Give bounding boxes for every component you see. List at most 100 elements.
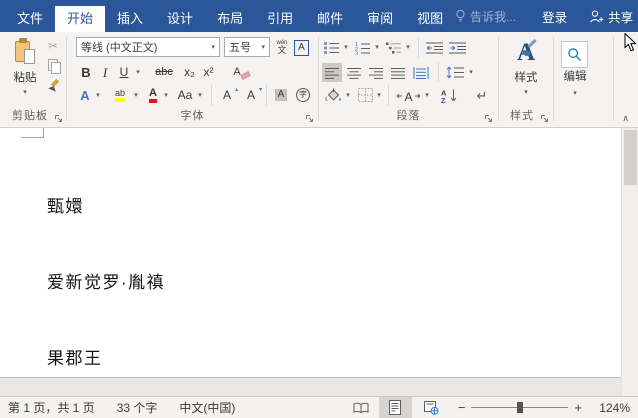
character-shading-button[interactable]: A [272,85,290,105]
enclose-characters-button[interactable]: 字 [294,85,312,105]
clear-formatting-button[interactable]: A [225,63,251,81]
multilevel-list-icon [386,42,401,54]
styles-button[interactable]: A 样式 ▾ [506,38,546,96]
bullets-caret[interactable]: ▾ [341,40,351,55]
sort-button[interactable]: AZ [439,85,461,105]
svg-text:A: A [405,90,413,103]
bold-button[interactable]: B [78,63,94,81]
change-case-caret[interactable]: ▾ [195,85,205,105]
grow-font-button[interactable]: A ▴ [218,85,238,105]
find-button[interactable] [561,41,588,68]
sort-icon: AZ [441,88,457,103]
tab-design[interactable]: 设计 [155,6,205,32]
zoom-in-button[interactable]: + [574,400,582,415]
character-scaling-caret[interactable]: ▾ [422,85,432,105]
borders-caret[interactable]: ▾ [374,85,384,105]
copy-icon [48,58,61,74]
line-spacing-button[interactable] [444,63,466,82]
increase-indent-button[interactable] [447,40,467,55]
text-effects-button[interactable]: A [77,85,93,105]
paste-button[interactable]: 粘贴 ▾ [8,36,42,106]
highlight-caret[interactable]: ▾ [131,85,141,105]
shading-bucket-icon [324,88,341,101]
copy-button[interactable] [46,58,62,74]
decrease-indent-button[interactable] [424,40,444,55]
tell-me-box[interactable]: 告诉我... [455,8,516,25]
multilevel-list-button[interactable] [385,40,403,55]
tab-layout[interactable]: 布局 [205,6,255,32]
mouse-cursor [624,33,637,53]
text-effects-caret[interactable]: ▾ [93,85,103,105]
justify-button[interactable] [388,63,408,82]
language-indicator[interactable]: 中文(中国) [179,399,235,416]
zoom-slider[interactable] [471,402,569,413]
dropdown-caret: ▾ [377,91,381,99]
numbering-caret[interactable]: ▾ [372,40,382,55]
web-layout-button[interactable] [420,397,444,418]
tab-insert[interactable]: 插入 [105,6,155,32]
font-color-caret[interactable]: ▾ [161,85,171,105]
zoom-slider-thumb[interactable] [517,402,524,413]
dropdown-caret: ▾ [136,68,140,76]
tab-home[interactable]: 开始 [55,6,106,32]
sign-in-button[interactable]: 登录 [542,7,567,26]
borders-button[interactable] [356,85,374,105]
collapse-ribbon-button[interactable]: ∧ [622,114,629,123]
highlight-color-icon: ab [114,88,125,102]
mini-separator [388,84,389,106]
cut-button[interactable]: ✂ [45,39,61,53]
align-right-button[interactable] [366,63,386,82]
shading-caret[interactable]: ▾ [343,85,353,105]
editing-caret[interactable]: ▾ [555,88,595,98]
distribute-button[interactable] [410,63,432,82]
tab-references[interactable]: 引用 [255,6,305,32]
superscript-button[interactable]: x² [200,63,217,81]
character-border-button[interactable]: A [293,38,310,57]
magnifier-icon [568,48,581,61]
numbering-button[interactable]: 123 [354,40,372,55]
bullets-button[interactable] [323,40,341,55]
editing-button[interactable]: 编辑 [555,71,595,85]
paragraph-group: ▾ 123 ▾ ▾ ▾ ▾ ▾ A ▾ A Z ↵ 段落 [320,32,497,127]
font-color-button[interactable]: A [145,85,161,105]
clipboard-dialog-launcher[interactable] [54,114,63,123]
change-case-button[interactable]: Aa [175,85,195,105]
italic-button[interactable]: I [99,63,111,81]
vertical-scrollbar[interactable] [621,128,638,396]
styles-dialog-launcher[interactable] [540,114,549,123]
bullets-icon [324,42,339,54]
show-hide-marks-button[interactable]: ↵ [472,85,492,105]
text-effects-icon: A [80,87,90,103]
document-page[interactable]: 甄嬛 爱新觉罗·胤禛 果郡王 温实初 乌拉那拉·宜修 皇太后 年世兰 沈眉庄 浣… [0,128,621,378]
align-left-button[interactable] [322,63,342,82]
line-spacing-caret[interactable]: ▾ [466,63,476,82]
align-center-button[interactable] [344,63,364,82]
share-button[interactable]: 共享 [589,7,633,26]
zoom-out-button[interactable]: − [458,400,466,415]
highlight-color-button[interactable]: ab [109,85,131,105]
zoom-level[interactable]: 124% [590,401,630,415]
shrink-font-button[interactable]: A ▾ [242,85,262,105]
character-scaling-button[interactable]: A [395,85,422,105]
strikethrough-button[interactable]: abc [151,63,177,81]
phonetic-guide-button[interactable]: wén 文 [273,38,291,57]
multilevel-caret[interactable]: ▾ [403,40,413,55]
subscript-button[interactable]: x₂ [181,63,198,81]
scrollbar-thumb[interactable] [624,130,637,185]
underline-button[interactable]: U [117,63,131,81]
font-size-combo[interactable]: 五号 ▾ [224,37,270,57]
font-name-combo[interactable]: 等线 (中文正文) ▾ [76,37,220,57]
format-painter-button[interactable] [46,78,62,94]
font-dialog-launcher[interactable] [305,114,314,123]
read-mode-button[interactable] [349,397,373,418]
tab-view[interactable]: 视图 [405,6,455,32]
word-count[interactable]: 33 个字 [117,399,158,416]
tab-file[interactable]: 文件 [5,6,55,32]
page-indicator[interactable]: 第 1 页，共 1 页 [8,399,95,416]
tab-mailings[interactable]: 邮件 [305,6,355,32]
shading-button[interactable] [323,85,342,105]
underline-caret[interactable]: ▾ [133,63,143,81]
character-shading-icon: A [274,89,288,101]
print-layout-button[interactable] [378,397,412,418]
tab-review[interactable]: 审阅 [355,6,405,32]
